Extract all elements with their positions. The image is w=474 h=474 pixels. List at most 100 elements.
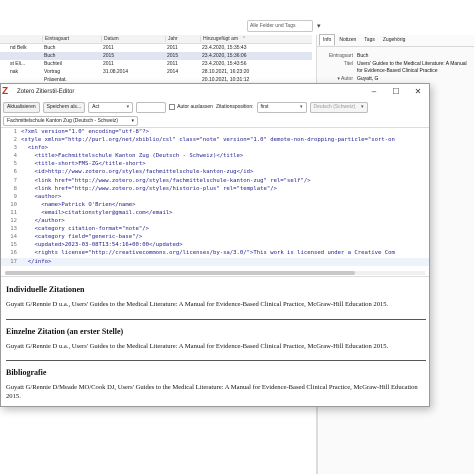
citation-preview: Individuelle Zitationen Guyatt G/Rennie … [1,278,429,406]
tab-info[interactable]: Info [319,34,336,46]
line-number: 6 [13,169,17,176]
cell-date: 2011 [103,45,114,51]
cell-date-added: 23.4.2020, 15:43:56 [202,61,247,67]
cell-date-added: 28.10.2021, 16:23:20 [202,69,250,75]
code-line: 15 <updated>2023-03-08T13:54:16+00:00</u… [1,241,429,249]
code-text: <author> [21,193,62,200]
window-title: Zotero Zitierstil-Editor [17,88,75,95]
cell-item-type: Buch [44,45,56,51]
cell-date-added: 23.4.2020, 15:36:06 [202,53,247,59]
citations-heading: Individuelle Zitationen [6,285,85,294]
save-as-button[interactable]: Speichern als... [42,101,86,113]
code-line: 4 <title>Fachmittelschule Kanton Zug (De… [1,152,429,160]
code-text: <id>http://www.zotero.org/styles/fachmit… [21,169,254,176]
item-fields: Eintragsart Buch Titel Users' Guides to … [317,47,474,83]
bibliography-heading: Bibliografie [6,368,47,377]
cite-position-value: first [260,104,269,110]
maximize-icon[interactable]: ☐ [385,87,407,96]
code-line: 16 <rights license="http://creativecommo… [1,249,429,257]
field-label[interactable]: ▾ Autor [317,76,357,83]
code-line: 12 </author> [1,217,429,225]
cell-item-type: Buchteil [44,61,62,67]
code-line: 6 <id>http://www.zotero.org/styles/fachm… [1,168,429,176]
sort-chevron-icon: ⌃ [242,36,247,42]
suppress-author-label: Autor auslassen [177,104,213,110]
code-text: <title>Fachmittelschule Kanton Zug (Deut… [21,153,244,160]
search-input[interactable]: Alle Felder und Tags [247,20,313,32]
cite-position-select[interactable]: first ▾ [256,101,307,113]
citations-text: Guyatt G/Rennie D u.a., Users' Guides to… [6,301,389,308]
code-line: 8 <link href="http://www.zotero.org/styl… [1,185,429,193]
cell-creator: nd Belk [10,45,27,51]
table-row[interactable]: st Eli... Buchteil 2011 2011 23.4.2020, … [0,60,312,68]
line-number: 14 [10,234,17,241]
suppress-author-checkbox[interactable]: Autor auslassen [169,104,213,110]
horizontal-scrollbar[interactable] [5,271,425,275]
close-icon[interactable]: ✕ [407,87,429,96]
code-text: <style xmlns="http://purl.org/net/xbibli… [21,137,395,144]
column-header-date-added[interactable]: Hinzugefügt am ⌃ [200,36,270,42]
code-text: <name>Patrick O'Brien</name> [21,201,136,208]
field-label: Titel [343,61,353,67]
code-text: </info> [21,258,52,265]
line-number: 17 [10,258,17,265]
chevron-down-icon: ▾ [299,104,303,110]
field-value-title[interactable]: Users' Guides to the Medical Literature:… [357,61,467,75]
field-value-author[interactable]: Guyatt, G [357,76,467,83]
cell-year: 2015 [167,53,179,59]
table-row-selected[interactable]: Buch 2015 2015 23.4.2020, 15:36:06 [0,52,312,60]
code-text: <link href="http://www.zotero.org/styles… [21,185,277,192]
section-divider [6,318,426,320]
code-text: <updated>2023-03-08T13:54:16+00:00</upda… [21,242,183,249]
code-line-current: 17 </info> [1,257,429,266]
code-line: 7 <link href="http://www.zotero.org/styl… [1,177,429,185]
line-number: 11 [10,209,17,216]
cell-date-added: 23.4.2020, 15:35:43 [202,45,247,51]
cell-date: 2015 [103,53,115,59]
tab-notes[interactable]: Notizen [335,34,360,46]
pane-divider [317,407,318,474]
code-text: <category field="generic-base"/> [21,234,143,241]
locator-input[interactable] [136,101,167,113]
refresh-button[interactable]: Aktualisieren [3,101,40,113]
style-select[interactable]: Fachmittelschule Kanton Zug (Deutsch - S… [3,116,138,126]
minimize-icon[interactable]: – [363,87,385,96]
code-line: 1 <?xml version="1.0" encoding="utf-8"?> [1,128,429,136]
code-line: 13 <category citation-format="note"/> [1,225,429,233]
code-text: <email>citationstyler@gmail.com</email> [21,209,173,216]
code-text: <category citation-format="note"/> [21,226,149,233]
locator-type-select[interactable]: Act ▾ [88,101,134,113]
csl-code-editor[interactable]: 1 <?xml version="1.0" encoding="utf-8"?> … [1,127,429,277]
scrollbar-thumb[interactable] [5,271,355,275]
line-number: 3 [13,145,17,152]
table-row[interactable]: nak Vortrag 31.08.2014 2014 28.10.2021, … [0,68,312,76]
checkbox-icon [169,104,176,110]
column-header-date[interactable]: Datum [101,36,165,42]
citation-style-editor-window: Z Zotero Zitierstil-Editor – ☐ ✕ Aktuali… [0,83,430,407]
column-header-year[interactable]: Jahr [165,36,200,42]
single-citation-heading: Einzelne Zitation (an erster Stelle) [6,326,124,336]
tab-tags[interactable]: Tags [360,34,379,46]
chevron-down-icon: ▾ [126,104,130,110]
chevron-down-icon[interactable]: ▾ [317,22,321,30]
locale-select[interactable]: Deutsch (Schweiz) ▾ [309,101,368,113]
line-number: 16 [10,250,17,257]
code-text: </author> [21,218,65,225]
code-line: 9 <author> [1,193,429,201]
table-row[interactable]: nd Belk Buch 2011 2011 23.4.2020, 15:35:… [0,44,312,52]
line-number: 9 [13,193,17,200]
cell-item-type: Vortrag [44,69,61,75]
cell-creator: nak [10,69,19,75]
cell-date: 31.08.2014 [103,69,129,75]
locale-value: Deutsch (Schweiz) [313,104,356,110]
column-header-item-type[interactable]: Eintragsart [42,36,101,42]
column-header-date-added-label: Hinzugefügt am [203,36,239,42]
code-line: 2 <style xmlns="http://purl.org/net/xbibl… [1,136,429,144]
single-citation-text: Guyatt G/Rennie D u.a., Users' Guides to… [6,342,389,350]
field-value-item-type[interactable]: Buch [357,53,467,60]
line-number: 5 [13,161,17,168]
tab-related[interactable]: Zugehörig [379,34,410,46]
field-row-author: ▾ Autor Guyatt, G [317,76,474,83]
title-bar: Z Zotero Zitierstil-Editor – ☐ ✕ [1,84,429,99]
items-table: Eintragsart Datum Jahr Hinzugefügt am ⌃ n… [0,35,312,85]
